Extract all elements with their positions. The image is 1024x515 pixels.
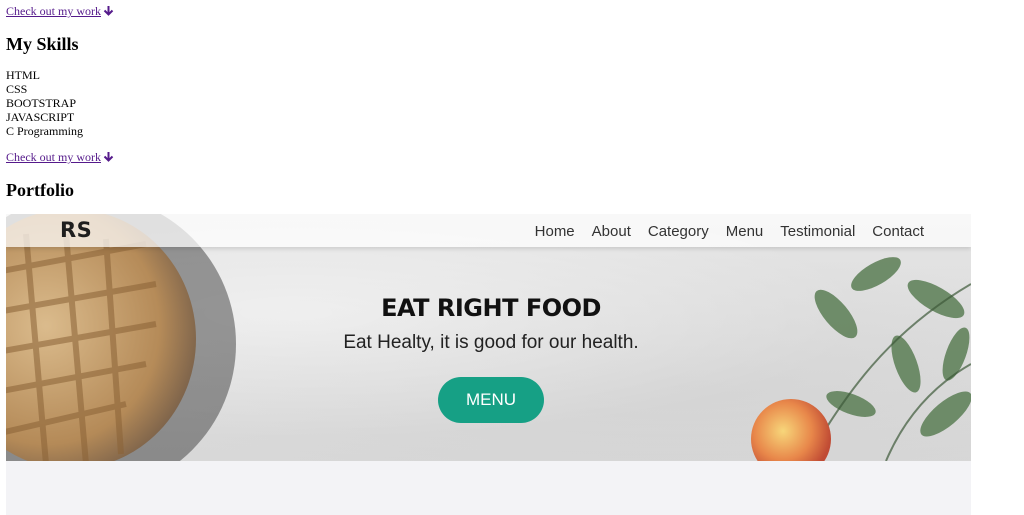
hero-title: EAT RIGHT FOOD	[381, 294, 601, 322]
nav-item-about[interactable]: About	[592, 223, 631, 240]
menu-button[interactable]: MENU	[438, 377, 544, 423]
portfolio-preview[interactable]: RS Home About Category Menu Testimonial …	[6, 214, 971, 515]
page: Check out my work My Skills HTML CSS BOO…	[0, 0, 1024, 515]
hero-subtitle: Eat Healty, it is good for our health.	[343, 332, 639, 353]
skill-item: JAVASCRIPT	[6, 110, 75, 124]
portfolio-heading: Portfolio	[6, 180, 74, 200]
check-out-work-label: Check out my work	[6, 150, 101, 164]
preview-logo[interactable]: RS	[60, 218, 92, 242]
check-out-work-link[interactable]: Check out my work	[6, 4, 114, 19]
check-out-work-link-2[interactable]: Check out my work	[6, 150, 114, 165]
skill-item: CSS	[6, 82, 28, 96]
hero-banner: RS Home About Category Menu Testimonial …	[6, 214, 971, 461]
nav-item-menu[interactable]: Menu	[726, 223, 764, 240]
skills-list: HTML CSS BOOTSTRAP JAVASCRIPT C Programm…	[6, 68, 83, 138]
skills-heading: My Skills	[6, 34, 79, 54]
nav-item-home[interactable]: Home	[535, 223, 575, 240]
nav-item-category[interactable]: Category	[648, 223, 709, 240]
nav-item-contact[interactable]: Contact	[872, 223, 924, 240]
preview-nav-menu: Home About Category Menu Testimonial Con…	[535, 223, 924, 240]
skill-item: BOOTSTRAP	[6, 96, 77, 110]
arrow-down-icon	[103, 151, 114, 165]
nav-item-testimonial[interactable]: Testimonial	[780, 223, 855, 240]
check-out-work-label: Check out my work	[6, 4, 101, 18]
arrow-down-icon	[103, 5, 114, 19]
preview-navbar: RS Home About Category Menu Testimonial …	[6, 214, 971, 247]
skill-item: C Programming	[6, 124, 83, 138]
skill-item: HTML	[6, 68, 40, 82]
